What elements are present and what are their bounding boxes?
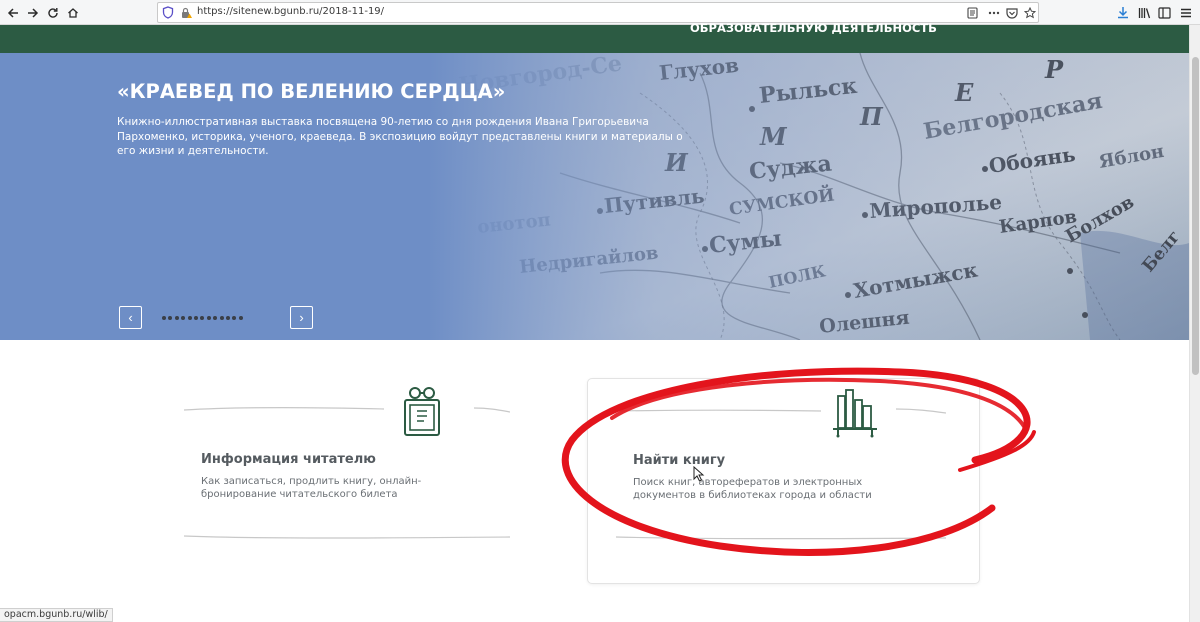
hamburger-menu-icon	[1181, 8, 1191, 17]
forward-button[interactable]	[23, 3, 43, 22]
header-nav-item[interactable]: ОБРАЗОВАТЕЛЬНУЮ ДЕЯТЕЛЬНОСТЬ	[690, 22, 937, 35]
slider-dot[interactable]	[187, 316, 192, 320]
slider-dot[interactable]	[206, 316, 211, 320]
reader-card-icon	[402, 385, 442, 442]
slider-dot[interactable]	[200, 316, 205, 320]
slider-prev-button[interactable]: ‹	[119, 306, 142, 329]
hero-description: Книжно-иллюстративная выставка посвящена…	[117, 116, 683, 157]
back-button[interactable]	[3, 3, 23, 22]
status-link-url: opacm.bgunb.ru/wlib/	[0, 608, 113, 622]
slider-dot[interactable]	[193, 316, 198, 320]
card-divider-bottom	[184, 535, 510, 539]
page-scrollbar[interactable]	[1189, 25, 1200, 622]
page-actions-menu-icon[interactable]	[986, 5, 1002, 21]
home-icon	[68, 7, 78, 18]
site-header: ОБРАЗОВАТЕЛЬНУЮ ДЕЯТЕЛЬНОСТЬ	[0, 22, 1189, 53]
card-divider-bottom	[616, 536, 946, 540]
download-icon	[1118, 7, 1128, 19]
reader-info-card[interactable]: Информация читателю Как записаться, прод…	[184, 378, 510, 584]
reload-icon	[48, 7, 58, 18]
slider-dot[interactable]	[219, 316, 224, 320]
arrow-left-icon	[7, 7, 18, 18]
reload-button[interactable]	[43, 3, 63, 22]
slider-dot[interactable]	[232, 316, 237, 320]
sidebar-toggle-button[interactable]	[1154, 3, 1174, 22]
card-title[interactable]: Информация читателю	[201, 452, 376, 467]
chevron-right-icon: ›	[299, 310, 304, 325]
library-button[interactable]	[1134, 3, 1154, 22]
app-menu-button[interactable]	[1176, 3, 1196, 22]
slider-dot[interactable]	[162, 316, 166, 320]
bookmark-star-icon[interactable]	[1022, 5, 1038, 21]
pocket-icon[interactable]	[1004, 5, 1020, 21]
card-description: Поиск книг, авторефератов и электронных …	[633, 477, 872, 501]
home-button[interactable]	[63, 3, 83, 22]
card-divider-top	[184, 407, 510, 413]
slider-dots	[162, 316, 243, 320]
slider-dot[interactable]	[238, 316, 243, 320]
find-book-card[interactable]: Найти книгу Поиск книг, авторефератов и …	[587, 378, 980, 584]
reader-view-icon[interactable]	[964, 5, 980, 21]
hero-title: «КРАЕВЕД ПО ВЕЛЕНИЮ СЕРДЦА»	[117, 80, 506, 103]
scrollbar-thumb[interactable]	[1192, 57, 1199, 375]
sidebar-icon	[1157, 6, 1171, 19]
card-description: Как записаться, продлить книгу, онлайн-б…	[201, 476, 422, 500]
card-divider-top	[616, 408, 946, 414]
hero-slider: Новгород-Се Глухов Рыльск Р Е П М И Белг…	[0, 53, 1189, 340]
lock-warning-icon[interactable]	[180, 6, 193, 24]
slider-dot[interactable]	[174, 316, 179, 320]
slider-dot[interactable]	[168, 316, 173, 320]
bookshelf-icon	[830, 386, 880, 443]
tracking-shield-icon[interactable]	[162, 6, 174, 24]
address-bar[interactable]: https://sitenew.bgunb.ru/2018-11-19/	[157, 2, 1039, 23]
slider-dot[interactable]	[225, 316, 230, 320]
card-title[interactable]: Найти книгу	[633, 453, 725, 468]
arrow-right-icon	[28, 7, 39, 18]
url-text[interactable]: https://sitenew.bgunb.ru/2018-11-19/	[197, 6, 384, 17]
slider-dot[interactable]	[181, 316, 186, 320]
browser-toolbar: https://sitenew.bgunb.ru/2018-11-19/	[0, 0, 1200, 25]
library-icon	[1138, 7, 1150, 18]
slider-dot[interactable]	[213, 316, 218, 320]
chevron-left-icon: ‹	[128, 310, 133, 325]
slider-next-button[interactable]: ›	[290, 306, 313, 329]
mouse-cursor-icon	[693, 466, 705, 482]
downloads-button[interactable]	[1113, 3, 1133, 22]
